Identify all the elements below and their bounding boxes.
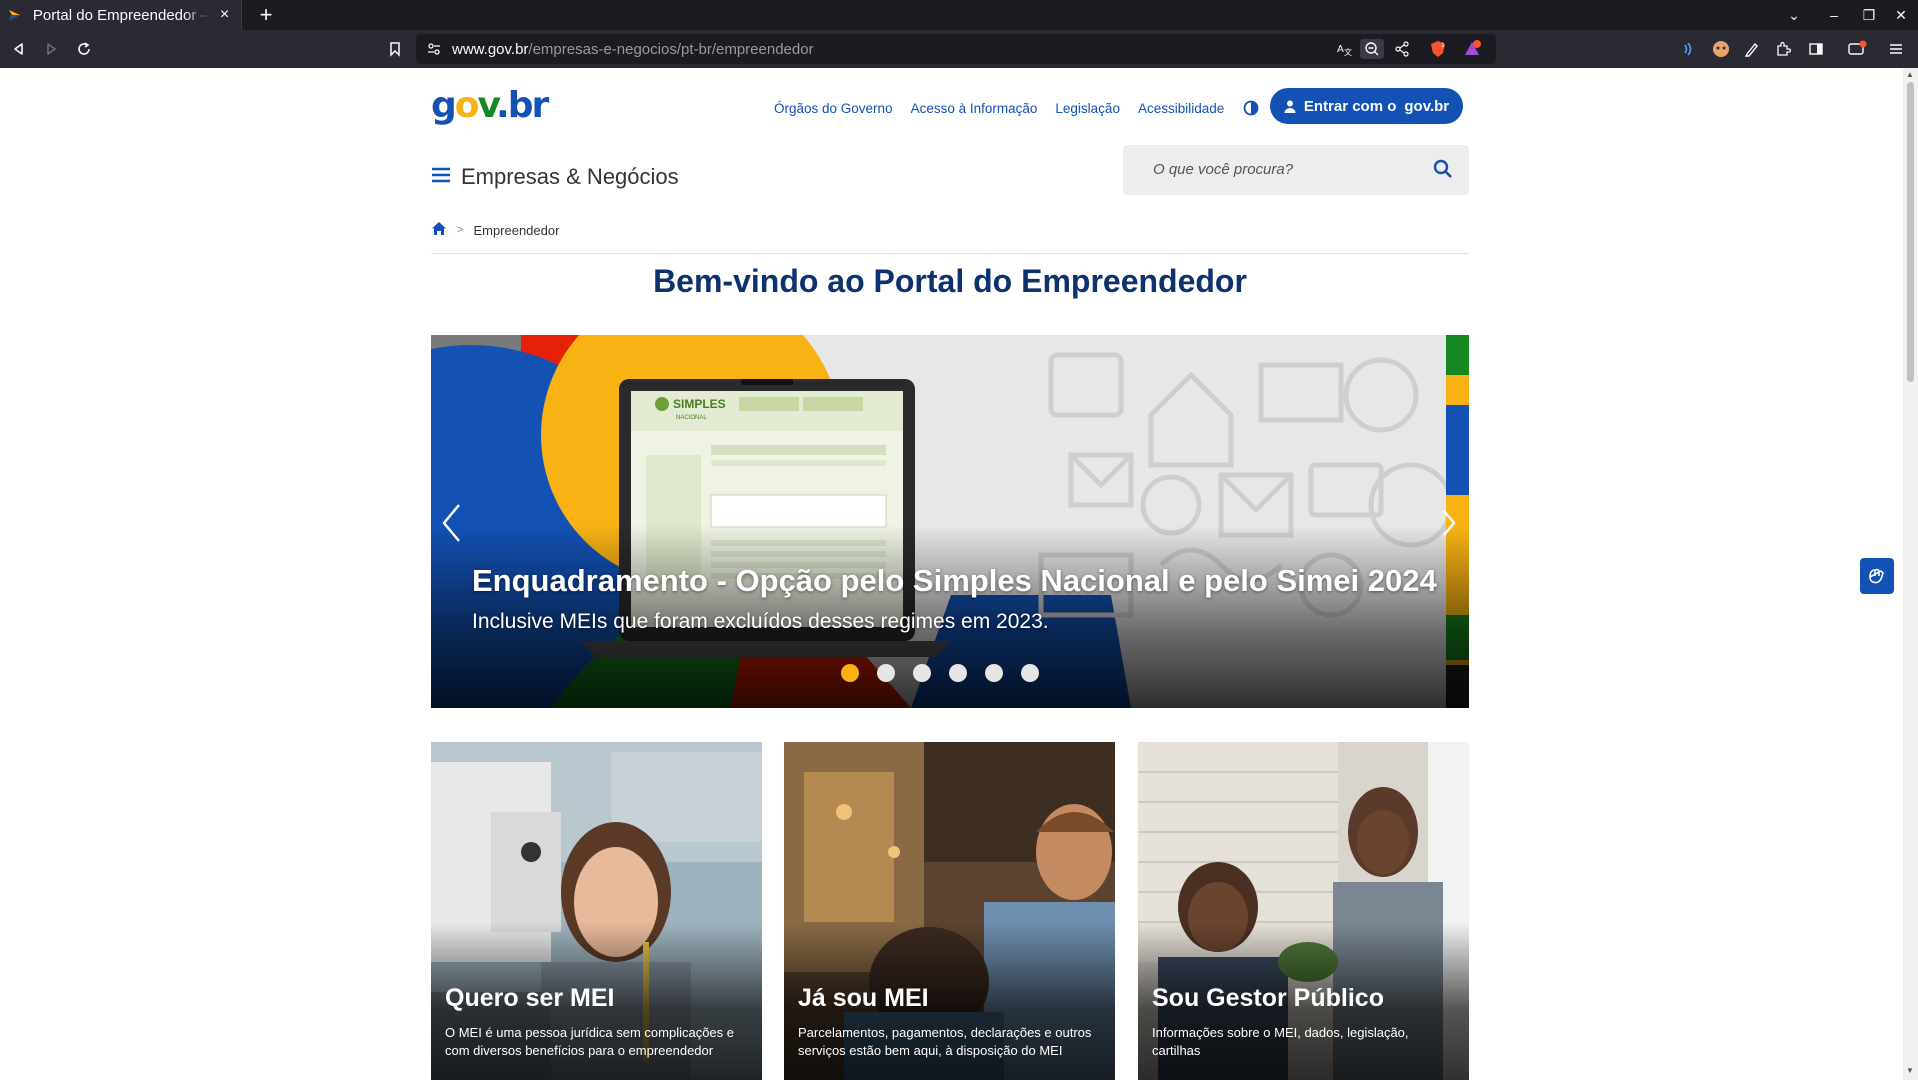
- carousel-dot[interactable]: [949, 664, 967, 682]
- carousel-dot[interactable]: [913, 664, 931, 682]
- contrast-icon[interactable]: [1242, 99, 1260, 117]
- carousel-indicators: [841, 664, 1039, 682]
- active-tab[interactable]: Portal do Empreendedor — gov.br ×: [0, 0, 242, 30]
- url-path: /empresas-e-negocios/pt-br/empreendedor: [528, 41, 814, 58]
- card-quero-ser-mei[interactable]: Quero ser MEI O MEI é uma pessoa jurídic…: [431, 742, 762, 1080]
- extensions-icon[interactable]: [1773, 39, 1793, 59]
- site-info-icon[interactable]: [424, 39, 444, 59]
- divider: [431, 253, 1469, 254]
- brave-shields-icon[interactable]: 1: [1428, 39, 1448, 59]
- main-menu: Empresas & Negócios: [431, 156, 679, 198]
- carousel-prev-icon[interactable]: [437, 500, 465, 546]
- govbr-logo[interactable]: gov.br: [431, 85, 550, 126]
- hamburger-icon[interactable]: [431, 166, 451, 189]
- tab-close-icon[interactable]: ×: [216, 6, 233, 24]
- address-bar[interactable]: www.gov.br/empresas-e-negocios/pt-br/emp…: [416, 34, 1496, 64]
- tab-list-icon[interactable]: ⌄: [1783, 4, 1805, 26]
- tab-bar: Portal do Empreendedor — gov.br × + ⌄ – …: [0, 0, 1918, 30]
- forward-icon[interactable]: [40, 38, 62, 60]
- logo-letter-b: b: [507, 85, 534, 126]
- url-text: www.gov.br/empresas-e-negocios/pt-br/emp…: [452, 41, 814, 58]
- card-ja-sou-mei[interactable]: Já sou MEI Parcelamentos, pagamentos, de…: [784, 742, 1115, 1080]
- carousel-dot[interactable]: [985, 664, 1003, 682]
- extension-avatar-icon[interactable]: [1711, 39, 1731, 59]
- govbr-favicon-icon: [8, 7, 23, 23]
- logo-letter-r: r: [531, 85, 550, 126]
- login-label: Entrar com o: [1303, 97, 1397, 115]
- logo-letter-o: o: [454, 85, 480, 126]
- screen-brand-sub: NACIONAL: [676, 415, 707, 421]
- screen-brand: SIMPLES: [673, 397, 726, 411]
- new-tab-button[interactable]: +: [254, 3, 278, 27]
- home-icon[interactable]: [431, 221, 447, 239]
- bookmark-icon[interactable]: [384, 38, 406, 60]
- back-icon[interactable]: [8, 38, 30, 60]
- carousel-headline[interactable]: Enquadramento - Opção pelo Simples Nacio…: [472, 563, 1437, 599]
- login-brand: gov.br: [1404, 97, 1450, 115]
- speech-icon[interactable]: [1678, 39, 1698, 59]
- pen-icon[interactable]: [1742, 39, 1762, 59]
- search-icon[interactable]: [1433, 159, 1455, 181]
- wallet-icon[interactable]: [1847, 39, 1867, 59]
- search-placeholder: O que você procura?: [1153, 161, 1294, 178]
- carousel-subtitle: Inclusive MEIs que foram excluídos desse…: [472, 610, 1049, 633]
- svg-text:A: A: [1337, 44, 1344, 55]
- page-scrollbar[interactable]: ▲ ▼: [1903, 68, 1918, 1080]
- browser-toolbar: www.gov.br/empresas-e-negocios/pt-br/emp…: [0, 30, 1918, 68]
- web-page: gov.br Órgãos do Governo Acesso à Inform…: [0, 68, 1903, 1080]
- page-title: Bem-vindo ao Portal do Empreendedor: [653, 263, 1247, 299]
- brave-rewards-icon[interactable]: [1462, 39, 1482, 59]
- user-icon: [1284, 100, 1296, 113]
- scroll-up-icon[interactable]: ▲: [1906, 70, 1914, 79]
- translate-icon[interactable]: A文: [1334, 39, 1354, 59]
- card-title[interactable]: Sou Gestor Público: [1152, 984, 1384, 1013]
- minimize-icon[interactable]: –: [1823, 4, 1845, 26]
- link-orgaos-governo[interactable]: Órgãos do Governo: [774, 101, 893, 116]
- carousel-dot[interactable]: [1021, 664, 1039, 682]
- zoom-out-icon[interactable]: [1360, 39, 1384, 59]
- vlibras-accessibility-icon[interactable]: [1860, 558, 1894, 594]
- svg-text:文: 文: [1344, 47, 1352, 57]
- search-input[interactable]: O que você procura?: [1123, 145, 1469, 195]
- link-acesso-informacao[interactable]: Acesso à Informação: [911, 101, 1038, 116]
- url-host: www.gov.br: [452, 41, 529, 58]
- breadcrumb: > Empreendedor: [431, 221, 559, 239]
- breadcrumb-current: Empreendedor: [473, 222, 560, 238]
- link-legislacao[interactable]: Legislação: [1055, 101, 1120, 116]
- scroll-thumb[interactable]: [1907, 82, 1914, 382]
- card-gestor-publico[interactable]: Sou Gestor Público Informações sobre o M…: [1138, 742, 1469, 1080]
- tab-title: Portal do Empreendedor — gov.br: [32, 6, 210, 24]
- login-button[interactable]: Entrar com o gov.br: [1270, 88, 1463, 124]
- restore-icon[interactable]: ❐: [1858, 4, 1880, 26]
- card-description: Informações sobre o MEI, dados, legislaç…: [1152, 1025, 1409, 1058]
- reload-icon[interactable]: [73, 38, 95, 60]
- carousel-dot[interactable]: [841, 664, 859, 682]
- breadcrumb-separator: >: [457, 224, 464, 236]
- sidebar-icon[interactable]: [1806, 39, 1826, 59]
- card-description: O MEI é uma pessoa jurídica sem complica…: [445, 1025, 735, 1058]
- logo-dot: .: [496, 85, 510, 126]
- share-icon[interactable]: [1392, 39, 1412, 59]
- carousel-dot[interactable]: [877, 664, 895, 682]
- card-description: Parcelamentos, pagamentos, declarações e…: [798, 1025, 1092, 1058]
- hero-carousel[interactable]: SIMPLES NACIONAL Enquadramento - Opção p…: [431, 335, 1469, 708]
- logo-letter-g: g: [431, 85, 457, 126]
- carousel-next-icon[interactable]: [1435, 500, 1463, 546]
- card-title[interactable]: Já sou MEI: [798, 984, 929, 1013]
- shield-badge: 1: [1441, 42, 1445, 49]
- logo-letter-v: v: [477, 85, 498, 126]
- card-title[interactable]: Quero ser MEI: [445, 984, 615, 1013]
- close-window-icon[interactable]: ✕: [1890, 4, 1912, 26]
- menu-icon[interactable]: [1886, 39, 1906, 59]
- link-acessibilidade[interactable]: Acessibilidade: [1138, 101, 1224, 116]
- top-links: Órgãos do Governo Acesso à Informação Le…: [774, 99, 1260, 117]
- site-section-title[interactable]: Empresas & Negócios: [461, 164, 679, 190]
- scroll-down-icon[interactable]: ▼: [1906, 1066, 1914, 1075]
